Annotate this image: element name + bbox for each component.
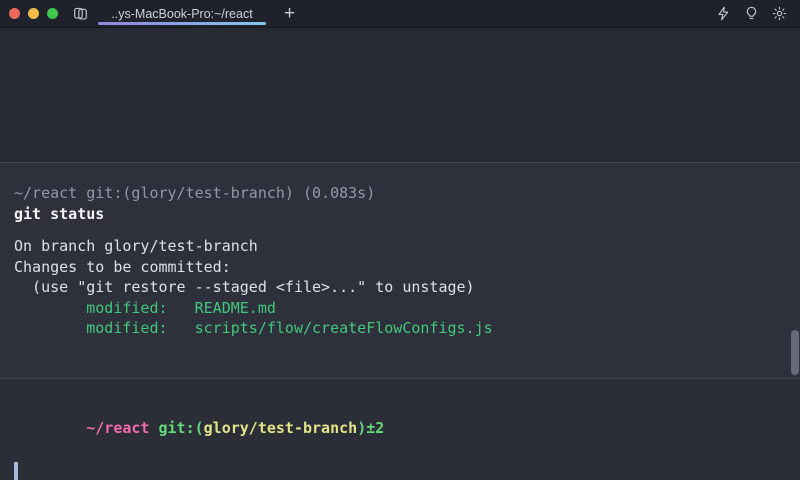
gear-icon[interactable] — [772, 6, 787, 21]
lightbulb-icon[interactable] — [744, 6, 759, 21]
tab-title: ..ys-MacBook-Pro:~/react — [111, 7, 252, 21]
minimize-window-button[interactable] — [28, 8, 39, 19]
prompt-git-branch: glory/test-branch — [204, 419, 358, 437]
command-output: On branch glory/test-branch Changes to b… — [14, 236, 786, 339]
new-tab-button[interactable]: + — [280, 4, 299, 23]
terminal-window: ..ys-MacBook-Pro:~/react + — [0, 0, 800, 463]
lightning-icon[interactable] — [716, 6, 731, 21]
prompt-git-suffix: ) — [357, 419, 366, 437]
command-text: git status — [14, 204, 786, 225]
output-line-modified-file: modified: scripts/flow/createFlowConfigs… — [14, 318, 786, 339]
window-controls — [9, 8, 58, 19]
output-line: (use "git restore --staged <file>..." to… — [14, 277, 786, 298]
text-cursor — [14, 462, 18, 480]
close-window-button[interactable] — [9, 8, 20, 19]
previous-prompt-line: ~/react git:(glory/test-branch) (0.083s) — [14, 183, 786, 204]
prompt-directory: ~/react — [86, 419, 149, 437]
scrollbar-thumb[interactable] — [791, 330, 799, 375]
scrollback-empty-area — [0, 28, 800, 162]
bookmarks-icon[interactable] — [73, 6, 88, 21]
prompt-git-status-count: ±2 — [366, 419, 384, 437]
output-line-modified-file: modified: README.md — [14, 298, 786, 319]
maximize-window-button[interactable] — [47, 8, 58, 19]
output-line: Changes to be committed: — [14, 257, 786, 278]
command-block-git-status[interactable]: ~/react git:(glory/test-branch) (0.083s)… — [0, 162, 800, 378]
current-prompt-block[interactable]: ~/react git:(glory/test-branch)±2 — [0, 378, 800, 480]
prompt-line: ~/react git:(glory/test-branch)±2 — [14, 397, 786, 460]
tab-active[interactable]: ..ys-MacBook-Pro:~/react — [94, 0, 270, 28]
prompt-separator — [149, 419, 158, 437]
prompt-git-prefix: git:( — [159, 419, 204, 437]
tab-active-underline — [98, 22, 266, 25]
tab-bar: ..ys-MacBook-Pro:~/react + — [0, 0, 800, 28]
terminal-content: ~/react git:(glory/test-branch) (0.083s)… — [0, 28, 800, 480]
output-line: On branch glory/test-branch — [14, 236, 786, 257]
